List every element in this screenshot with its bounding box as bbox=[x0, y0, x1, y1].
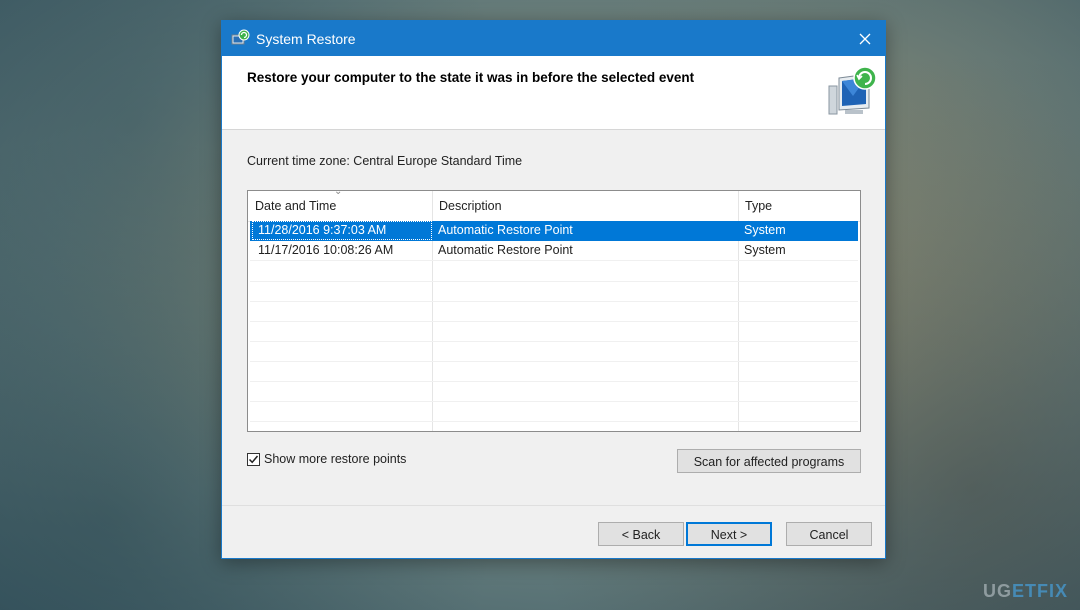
table-row[interactable]: 11/17/2016 10:08:26 AM Automatic Restore… bbox=[250, 241, 858, 261]
column-header-date[interactable]: ⌄ Date and Time bbox=[248, 191, 432, 221]
show-more-restore-points-checkbox[interactable]: Show more restore points bbox=[247, 452, 406, 466]
column-label-type: Type bbox=[745, 199, 773, 213]
column-label-description: Description bbox=[439, 199, 502, 213]
next-button[interactable]: Next > bbox=[686, 522, 772, 546]
checkbox-box[interactable] bbox=[247, 452, 260, 466]
cell-description: Automatic Restore Point bbox=[438, 223, 573, 237]
close-button[interactable] bbox=[845, 21, 885, 56]
cell-description: Automatic Restore Point bbox=[438, 243, 573, 257]
restore-monitor-icon bbox=[823, 64, 879, 122]
system-restore-icon bbox=[230, 29, 250, 49]
watermark-part: ET bbox=[1011, 581, 1037, 601]
empty-row bbox=[250, 261, 858, 282]
back-button[interactable]: < Back bbox=[598, 522, 684, 546]
cell-date: 11/17/2016 10:08:26 AM bbox=[258, 243, 394, 257]
empty-row bbox=[250, 281, 858, 302]
sort-caret-icon: ⌄ bbox=[334, 190, 343, 197]
window-title: System Restore bbox=[256, 31, 356, 47]
checkmark-icon bbox=[248, 455, 259, 463]
wizard-header: Restore your computer to the state it wa… bbox=[222, 56, 885, 130]
column-header-type[interactable]: Type bbox=[738, 191, 860, 221]
cancel-button[interactable]: Cancel bbox=[786, 522, 872, 546]
empty-row bbox=[250, 341, 858, 362]
cell-type: System bbox=[744, 243, 786, 257]
empty-row bbox=[250, 301, 858, 322]
watermark-part: UG bbox=[982, 581, 1012, 601]
restore-points-list[interactable]: ⌄ Date and Time Description Type 11/28/2… bbox=[247, 190, 861, 432]
close-icon bbox=[859, 33, 871, 44]
title-bar[interactable]: System Restore bbox=[222, 21, 885, 56]
checkbox-label: Show more restore points bbox=[264, 452, 407, 466]
watermark-part: FIX bbox=[1036, 581, 1068, 601]
system-restore-dialog: System Restore Restore your computer to … bbox=[221, 20, 886, 559]
scan-affected-programs-button[interactable]: Scan for affected programs bbox=[677, 449, 861, 473]
empty-row bbox=[250, 321, 858, 342]
cell-date: 11/28/2016 9:37:03 AM bbox=[252, 221, 432, 240]
cell-type: System bbox=[744, 223, 786, 237]
empty-row bbox=[250, 401, 858, 422]
empty-row bbox=[250, 361, 858, 382]
page-title: Restore your computer to the state it wa… bbox=[247, 70, 695, 85]
timezone-label: Current time zone: Central Europe Standa… bbox=[247, 154, 523, 168]
watermark-logo: UGETFIX bbox=[983, 581, 1068, 602]
empty-row bbox=[250, 381, 858, 402]
list-header: ⌄ Date and Time Description Type bbox=[248, 191, 860, 222]
column-header-description[interactable]: Description bbox=[432, 191, 738, 221]
footer-divider bbox=[222, 505, 885, 506]
table-row[interactable]: 11/28/2016 9:37:03 AM Automatic Restore … bbox=[250, 221, 858, 241]
column-label-date: Date and Time bbox=[255, 199, 337, 213]
